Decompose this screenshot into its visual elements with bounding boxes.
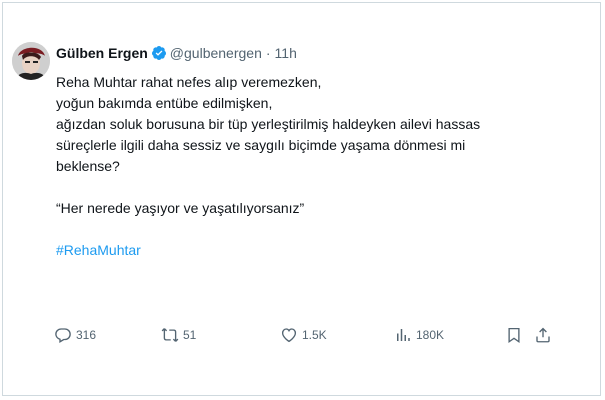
like-count: 1.5K — [302, 328, 327, 342]
retweet-count: 51 — [183, 328, 197, 342]
separator-dot: · — [265, 45, 271, 61]
tweet-line: yoğun bakımda entübe edilmişken, — [56, 95, 273, 111]
tweet: Gülben Ergen @gulbenergen · 11h Reha Muh… — [0, 0, 605, 400]
views-count: 180K — [416, 328, 445, 342]
tweet-line: süreçlerle ilgili daha sessiz ve saygılı… — [56, 137, 466, 153]
reply-count: 316 — [76, 328, 97, 342]
retweet-button[interactable]: 51 — [161, 324, 196, 346]
reply-icon — [55, 328, 71, 343]
share-button[interactable] — [534, 324, 552, 346]
reply-button[interactable]: 316 — [54, 324, 96, 346]
like-button[interactable]: 1.5K — [280, 324, 327, 346]
verified-badge-icon — [151, 45, 167, 61]
heart-icon — [281, 328, 297, 343]
retweet-icon — [161, 328, 179, 342]
views-analytics-icon — [397, 329, 410, 341]
views-button[interactable]: 180K — [394, 324, 444, 346]
tweet-quote-line: “Her nerede yaşıyor ve yaşatılıyorsanız” — [56, 200, 305, 216]
bookmark-button[interactable] — [505, 324, 523, 346]
tweet-text: Reha Muhtar rahat nefes alıp veremezken,… — [56, 72, 576, 261]
tweet-line: beklense? — [56, 158, 120, 174]
tweet-header: Gülben Ergen @gulbenergen · 11h — [56, 43, 297, 63]
share-icon — [536, 327, 550, 343]
bookmark-icon — [508, 327, 520, 344]
author-handle[interactable]: @gulbenergen — [170, 45, 262, 61]
tweet-line: ağızdan soluk borusuna bir tüp yerleştir… — [56, 116, 481, 132]
avatar[interactable] — [12, 42, 50, 80]
hashtag-link[interactable]: #RehaMuhtar — [56, 240, 576, 261]
tweet-timestamp[interactable]: 11h — [275, 45, 297, 61]
tweet-actions-bar: 316 51 1.5K 180K — [54, 324, 554, 346]
tweet-line: Reha Muhtar rahat nefes alıp veremezken, — [56, 74, 322, 90]
author-name[interactable]: Gülben Ergen — [56, 45, 148, 61]
